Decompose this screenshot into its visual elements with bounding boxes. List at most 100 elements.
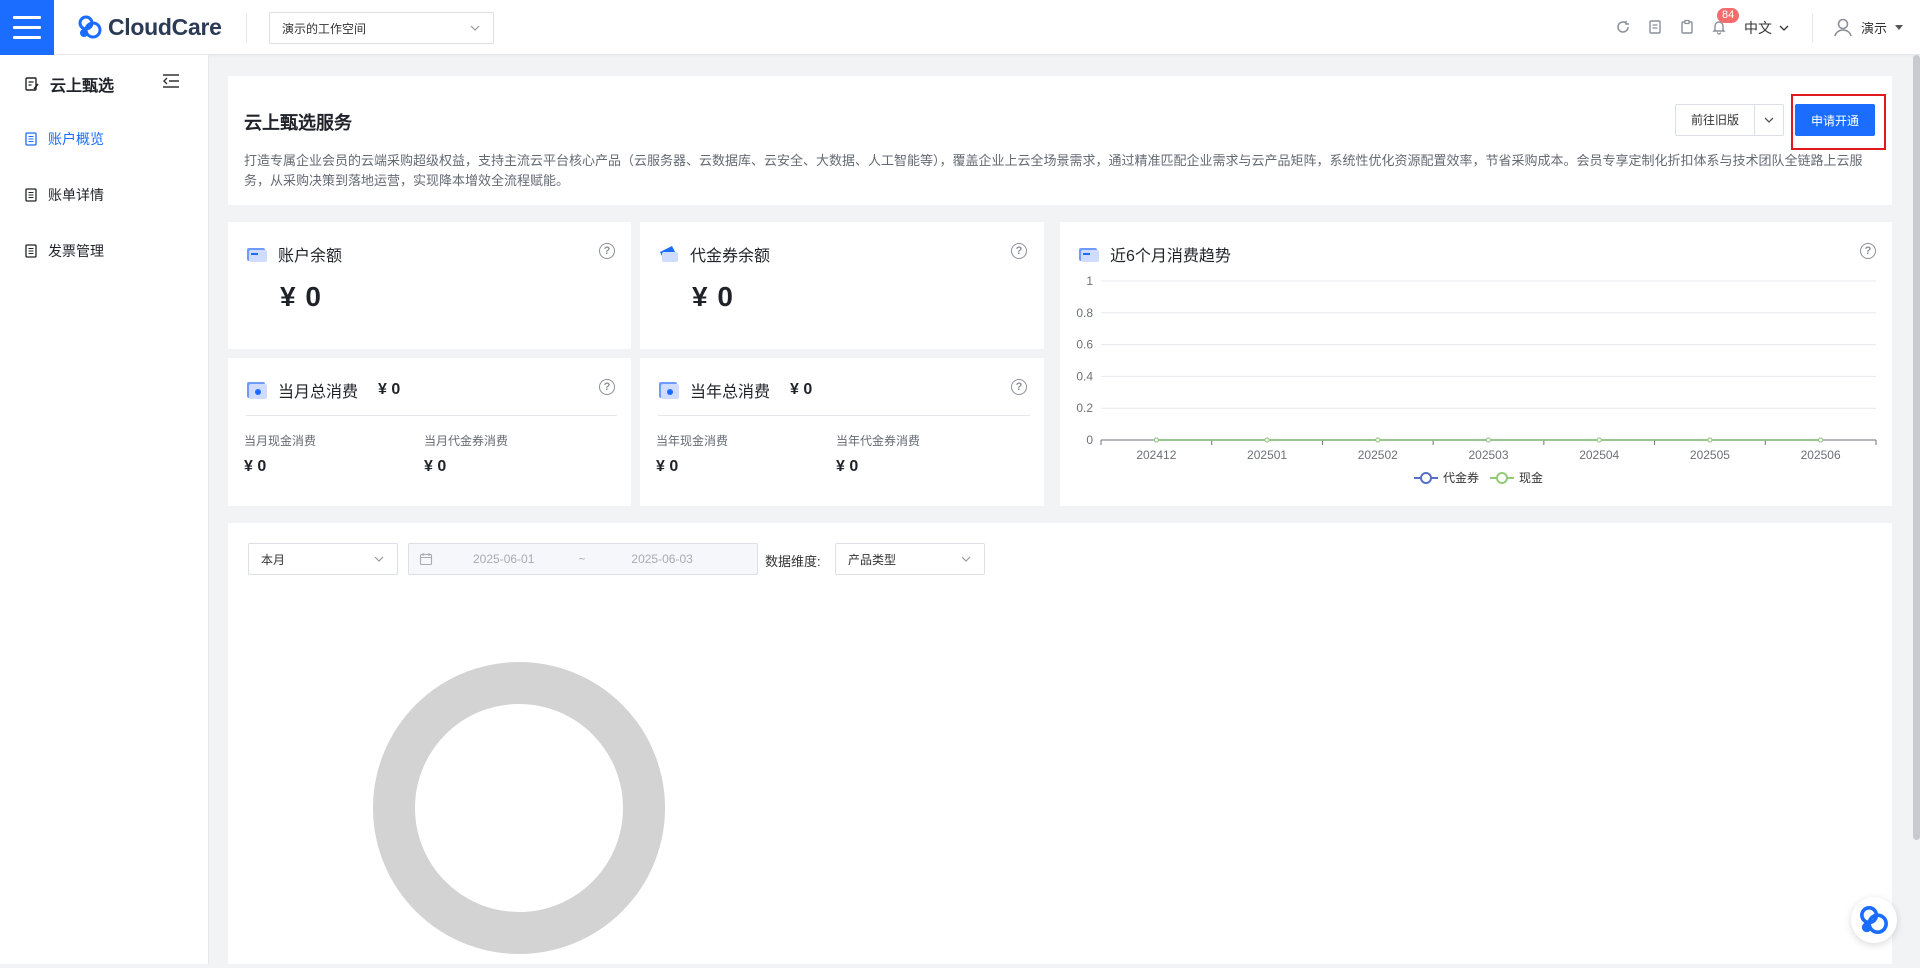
sidebar: 云上甄选 账户概览 账单详情 发票管理 [0,55,209,964]
y-tick-label: 0.6 [1076,338,1093,352]
month-voucher-value: ¥ 0 [424,458,447,475]
language-select[interactable]: 中文 [1744,18,1790,38]
user-name: 演示 [1861,20,1888,36]
year-cash-label: 当年现金消费 [656,434,729,448]
sidebar-item-account-overview[interactable]: 账户概览 [24,129,104,149]
year-voucher-value: ¥ 0 [836,458,859,475]
month-voucher-label: 当月代金券消费 [424,434,509,448]
y-tick-label: 0 [1086,433,1093,447]
year-cash-value: ¥ 0 [656,458,679,475]
brand-logo[interactable]: CloudCare [76,12,222,42]
sidebar-item-label: 发票管理 [48,243,104,259]
x-tick-label: 202505 [1690,448,1730,462]
divider [246,415,617,416]
chevron-down-icon [374,556,384,562]
help-icon[interactable]: ? [599,243,615,259]
y-tick-label: 0.4 [1076,369,1093,383]
dimension-select[interactable]: 产品类型 [835,543,985,575]
list-doc-icon [25,244,37,258]
year-voucher-label: 当年代金券消费 [836,434,921,448]
x-tick-label: 202503 [1468,448,1508,462]
period-label: 本月 [261,552,286,567]
card-title: 当月总消费 ¥ 0 [246,378,400,402]
voucher-amount: ¥ 0 [692,281,734,312]
donut-ring [373,662,665,954]
page-title: 云上甄选服务 [244,113,352,133]
clipboard-icon[interactable] [1677,17,1697,37]
dimension-value: 产品类型 [848,552,897,567]
x-tick-label: 202502 [1358,448,1398,462]
sidebar-item-label: 账户概览 [48,131,104,147]
service-description: 打造专属企业会员的云端采购超级权益，支持主流云平台核心产品（云服务器、云数据库、… [244,153,1863,188]
workspace-label: 演示的工作空间 [282,21,367,36]
top-header: CloudCare 演示的工作空间 84 中文 演示 [0,0,1920,55]
month-cash-value: ¥ 0 [244,458,267,475]
data-point [1596,437,1602,443]
x-tick-label: 202501 [1247,448,1287,462]
calendar-icon [247,382,267,399]
year-total-amount: ¥ 0 [790,381,813,398]
sidebar-title: 云上甄选 [24,72,114,96]
old-version-label: 前往旧版 [1676,105,1755,135]
hamburger-menu-button[interactable] [0,0,54,55]
trend-chart-card: 近6个月消费趋势 ? 0 0.2 0.4 0.6 0.8 1 202412 202501 202… [1060,222,1892,506]
legend-marker [1420,472,1432,484]
card-title-label: 当月总消费 [278,384,359,401]
voucher-icon [660,246,678,262]
help-icon[interactable]: ? [599,379,615,395]
cloudcare-logo-icon [1860,906,1888,934]
dimension-label: 数据维度: [765,554,821,569]
start-date: 2025-06-01 [473,552,535,566]
x-tick-label: 202412 [1136,448,1176,462]
month-total-amount: ¥ 0 [378,381,401,398]
sidebar-item-label: 账单详情 [48,187,104,203]
x-tick-label: 202506 [1801,448,1841,462]
refresh-icon[interactable] [1613,17,1633,37]
data-point [1153,437,1159,443]
card-title-label: 账户余额 [278,248,343,265]
period-select[interactable]: 本月 [248,543,398,575]
header-divider [1812,14,1813,42]
sidebar-collapse-icon[interactable] [162,73,180,94]
balance-amount: ¥ 0 [280,281,322,312]
data-point [1818,437,1824,443]
data-point [1707,437,1713,443]
document-icon[interactable] [1645,17,1665,37]
date-range-picker[interactable]: 2025-06-01 ~ 2025-06-03 [408,543,758,575]
sidebar-item-bill-details[interactable]: 账单详情 [24,185,104,205]
legend-marker [1496,472,1508,484]
x-tick-label: 202504 [1579,448,1619,462]
list-doc-icon [25,132,37,146]
card-title: 代金券余额 [658,242,770,266]
chevron-down-icon[interactable] [1755,114,1783,126]
help-icon[interactable]: ? [1011,243,1027,259]
calendar-icon [659,382,679,399]
brand-name: CloudCare [108,13,222,40]
user-menu[interactable]: 演示 [1832,16,1904,38]
sidebar-item-invoice-management[interactable]: 发票管理 [24,241,104,261]
page-scrollbar[interactable] [1913,55,1920,840]
voucher-balance-card: 代金券余额 ? ¥ 0 [640,222,1044,349]
calendar-icon [419,553,433,566]
range-separator: ~ [578,552,586,566]
y-tick-label: 0.8 [1076,306,1093,320]
legend-label: 代金券 [1443,470,1479,485]
card-title-label: 代金券余额 [690,248,771,265]
header-divider [246,14,247,42]
chat-assistant-button[interactable] [1851,897,1897,943]
legend-label: 现金 [1519,470,1543,485]
card-title-label: 当年总消费 [690,384,771,401]
sidebar-title-label: 云上甄选 [50,78,115,95]
chevron-down-icon [1779,25,1789,31]
end-date: 2025-06-03 [631,552,693,566]
old-version-button[interactable]: 前往旧版 [1675,104,1784,136]
consumption-breakdown-card: 本月 2025-06-01 ~ 2025-06-03 数据维度: 产品类型 [228,523,1892,964]
year-total-card: 当年总消费 ¥ 0 ? 当年现金消费 ¥ 0 当年代金券消费 ¥ 0 [640,358,1044,506]
help-icon[interactable]: ? [1011,379,1027,395]
trend-line-chart: 0 0.2 0.4 0.6 0.8 1 202412 202501 202502 202503 20… [1076,274,1877,485]
edit-document-icon [25,77,39,91]
workspace-select[interactable]: 演示的工作空间 [269,12,494,44]
wallet-icon [247,248,267,262]
card-title: 账户余额 [246,242,342,266]
apply-button[interactable]: 申请开通 [1795,104,1875,136]
